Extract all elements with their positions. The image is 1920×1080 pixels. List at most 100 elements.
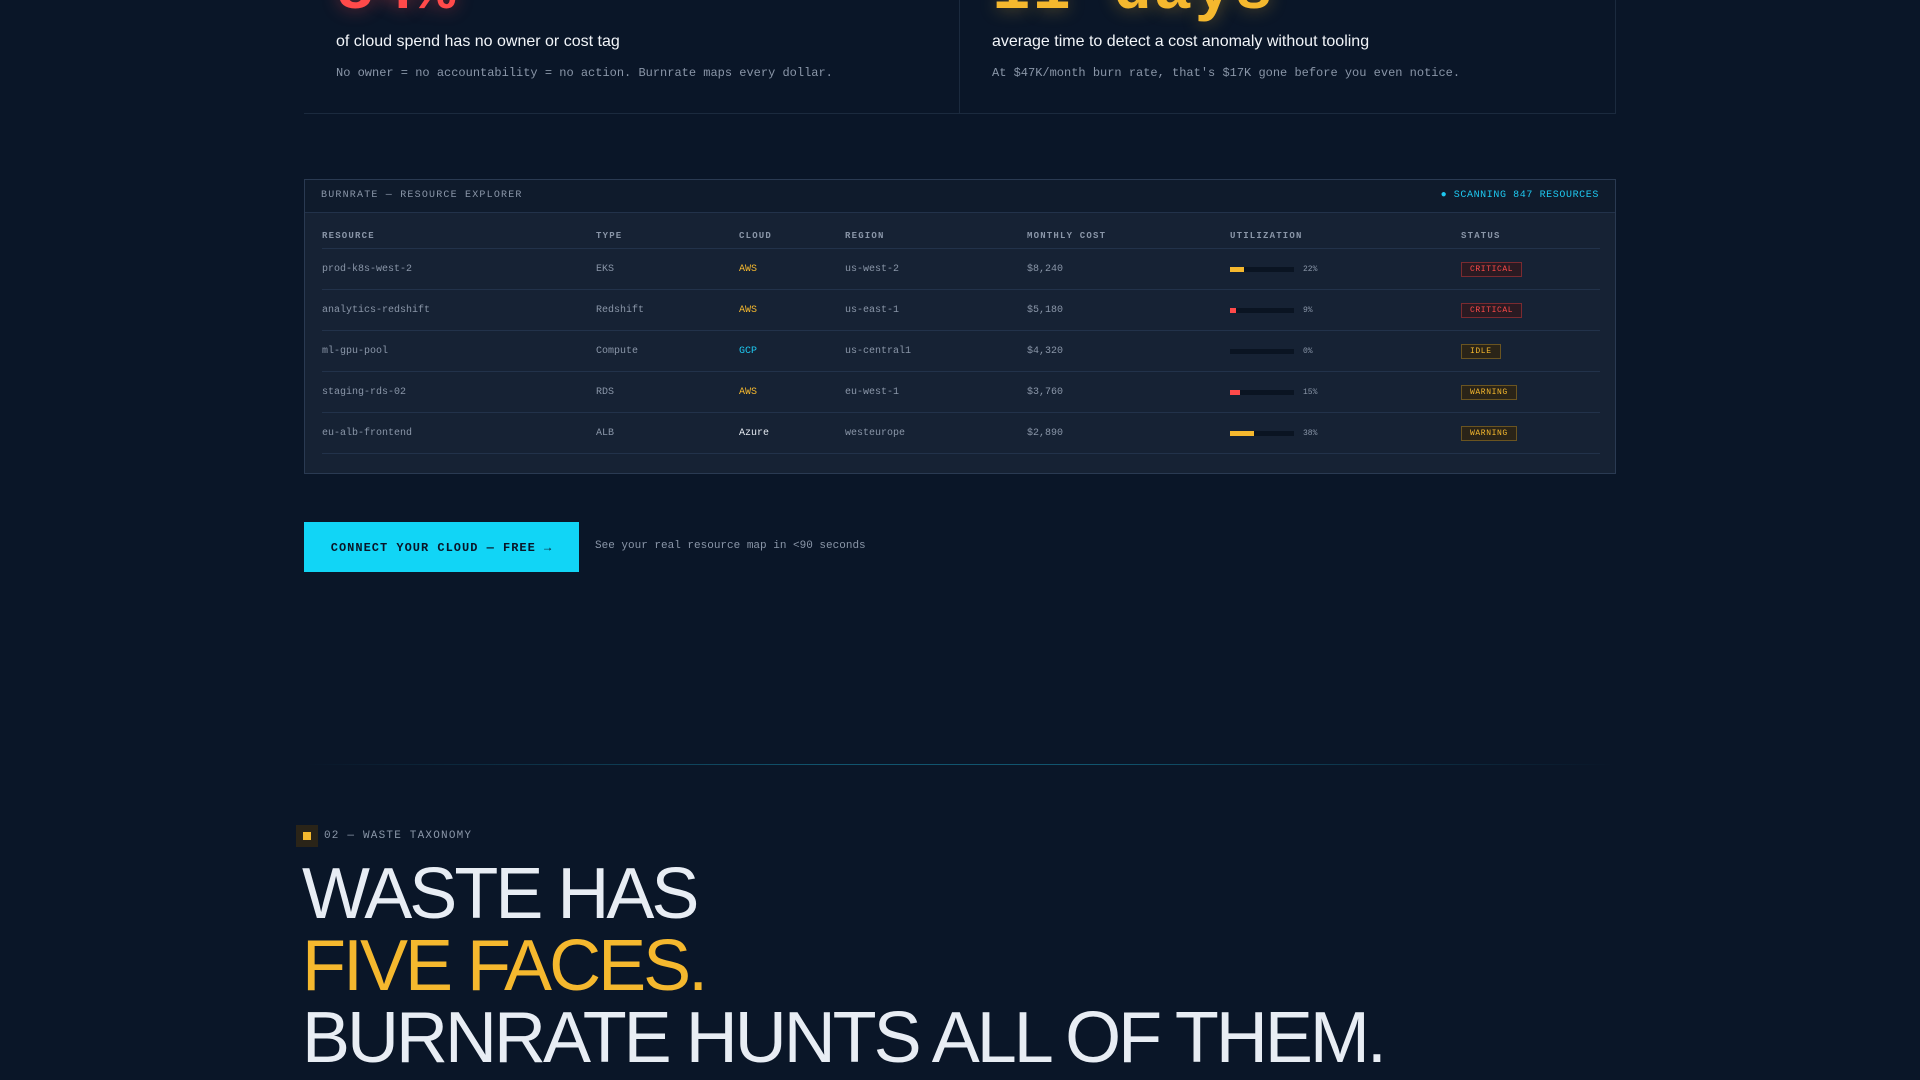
resource-cost: $5,180 [1027, 289, 1230, 331]
stats-panel: 84% of cloud spend has no owner or cost … [304, 0, 1616, 114]
stat-unowned-spend: 84% of cloud spend has no owner or cost … [304, 0, 959, 113]
resource-status: WARNING [1461, 371, 1600, 413]
stat-title: of cloud spend has no owner or cost tag [336, 33, 620, 50]
status-badge: WARNING [1461, 425, 1517, 441]
status-badge: WARNING [1461, 384, 1517, 400]
resource-cloud: AWS [739, 289, 845, 331]
resource-cloud: AWS [739, 248, 845, 290]
resource-region: westeurope [845, 412, 1027, 454]
column-header-cloud[interactable]: CLOUD [739, 224, 845, 249]
resource-type: ALB [596, 412, 739, 454]
table-row[interactable]: analytics-redshift Redshift AWS us-east-1 $5… [322, 289, 1600, 331]
headline-line-1: WASTE HAS [302, 854, 699, 934]
cloud-label: AWS [739, 386, 758, 398]
resource-explorer: BURNRATE — RESOURCE EXPLORER ● SCANNING … [304, 179, 1616, 474]
resource-cloud: Azure [739, 412, 845, 454]
table-row[interactable]: eu-alb-frontend ALB Azure westeurope $2,890 3… [322, 412, 1600, 454]
utilization-meter: 38% [1230, 429, 1461, 438]
resource-type: Compute [596, 330, 739, 372]
cloud-label: Azure [739, 427, 770, 439]
resource-type: EKS [596, 248, 739, 290]
column-header-utilization[interactable]: UTILIZATION [1230, 224, 1461, 249]
column-header-monthly-cost[interactable]: MONTHLY COST [1027, 224, 1230, 249]
resource-status: IDLE [1461, 330, 1600, 372]
resource-utilization: 38% [1230, 412, 1461, 454]
utilization-bar [1230, 389, 1294, 395]
page: 84% of cloud spend has no owner or cost … [0, 0, 1920, 1080]
utilization-meter: 9% [1230, 306, 1461, 315]
resource-status: CRITICAL [1461, 248, 1600, 290]
explorer-header: BURNRATE — RESOURCE EXPLORER ● SCANNING … [305, 180, 1615, 213]
resource-cloud: AWS [739, 371, 845, 413]
utilization-fill [1230, 307, 1236, 313]
scan-status: ● SCANNING 847 RESOURCES [1440, 190, 1599, 201]
cloud-label: GCP [739, 345, 758, 357]
column-header-region[interactable]: REGION [845, 224, 1027, 249]
resource-status: CRITICAL [1461, 289, 1600, 331]
utilization-bar [1230, 266, 1294, 272]
section-headline: WASTE HAS FIVE FACES. BURNRATE HUNTS ALL… [302, 854, 1387, 1078]
column-header-type[interactable]: TYPE [596, 224, 739, 249]
stat-detection-time: 11 days average time to detect a cost an… [959, 0, 1615, 113]
resource-name: prod-k8s-west-2 [322, 248, 596, 290]
column-header-status[interactable]: STATUS [1461, 224, 1600, 249]
utilization-percent: 38% [1303, 428, 1318, 438]
resource-type: RDS [596, 371, 739, 413]
resource-name: staging-rds-02 [322, 371, 596, 413]
explorer-title: BURNRATE — RESOURCE EXPLORER [321, 190, 523, 201]
utilization-fill [1230, 430, 1255, 436]
table-row[interactable]: ml-gpu-pool Compute GCP us-central1 $4,320 0%… [322, 330, 1600, 372]
cta-note: See your real resource map in <90 second… [595, 540, 866, 552]
resource-utilization: 9% [1230, 289, 1461, 331]
stat-number: 11 days [992, 0, 1275, 24]
section-tag-label: 02 — WASTE TAXONOMY [324, 830, 473, 842]
status-badge: CRITICAL [1461, 261, 1523, 277]
status-badge: IDLE [1461, 343, 1501, 359]
resource-status: WARNING [1461, 412, 1600, 454]
resource-cost: $4,320 [1027, 330, 1230, 372]
column-header-resource[interactable]: RESOURCE [322, 224, 596, 249]
resource-region: eu-west-1 [845, 371, 1027, 413]
utilization-percent: 9% [1303, 305, 1313, 315]
resource-utilization: 15% [1230, 371, 1461, 413]
utilization-meter: 22% [1230, 265, 1461, 274]
square-bullet-icon [296, 825, 318, 847]
utilization-fill [1230, 389, 1240, 395]
resource-region: us-west-2 [845, 248, 1027, 290]
resource-cost: $2,890 [1027, 412, 1230, 454]
connect-cloud-button[interactable]: CONNECT YOUR CLOUD — FREE → [304, 522, 579, 572]
utilization-bar [1230, 430, 1294, 436]
resource-cost: $8,240 [1027, 248, 1230, 290]
status-badge: CRITICAL [1461, 302, 1523, 318]
resource-utilization: 22% [1230, 248, 1461, 290]
headline-line-2: FIVE FACES. [302, 926, 708, 1006]
table-row[interactable]: prod-k8s-west-2 EKS AWS us-west-2 $8,240 22% C… [322, 248, 1600, 290]
resource-name: analytics-redshift [322, 289, 596, 331]
utilization-percent: 22% [1303, 264, 1318, 274]
utilization-meter: 15% [1230, 388, 1461, 397]
table-row[interactable]: staging-rds-02 RDS AWS eu-west-1 $3,760 15% WA… [322, 371, 1600, 413]
resource-table: RESOURCE TYPE CLOUD REGION MONTHLY COST … [322, 224, 1600, 454]
resource-name: ml-gpu-pool [322, 330, 596, 372]
resource-name: eu-alb-frontend [322, 412, 596, 454]
utilization-bar [1230, 348, 1294, 354]
stat-number: 84% [336, 0, 457, 24]
utilization-fill [1230, 266, 1245, 272]
utilization-meter: 0% [1230, 347, 1461, 356]
utilization-percent: 15% [1303, 387, 1318, 397]
headline-line-3: BURNRATE HUNTS ALL OF THEM. [302, 998, 1387, 1078]
section-tag: 02 — WASTE TAXONOMY [296, 825, 472, 847]
resource-region: us-central1 [845, 330, 1027, 372]
resource-type: Redshift [596, 289, 739, 331]
resource-region: us-east-1 [845, 289, 1027, 331]
stat-title: average time to detect a cost anomaly wi… [992, 33, 1370, 50]
stat-description: No owner = no accountability = no action… [336, 66, 833, 80]
utilization-percent: 0% [1303, 346, 1313, 356]
cloud-label: AWS [739, 304, 758, 316]
table-header-row: RESOURCE TYPE CLOUD REGION MONTHLY COST … [322, 224, 1600, 249]
stat-description: At $47K/month burn rate, that's $17K gon… [992, 66, 1461, 80]
resource-cost: $3,760 [1027, 371, 1230, 413]
section-divider [304, 764, 1616, 765]
cloud-label: AWS [739, 263, 758, 275]
utilization-bar [1230, 307, 1294, 313]
